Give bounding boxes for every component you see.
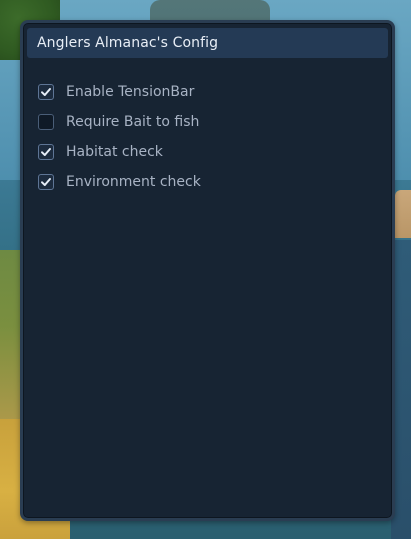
- options-list: Enable TensionBar Require Bait to fish H…: [38, 82, 377, 202]
- checkbox[interactable]: [38, 114, 54, 130]
- option-label: Environment check: [66, 174, 201, 190]
- check-icon: [41, 88, 51, 96]
- option-environment-check[interactable]: Environment check: [38, 172, 377, 192]
- option-habitat-check[interactable]: Habitat check: [38, 142, 377, 162]
- check-icon: [41, 148, 51, 156]
- checkbox[interactable]: [38, 84, 54, 100]
- panel-title: Anglers Almanac's Config: [37, 35, 219, 51]
- check-icon: [41, 178, 51, 186]
- option-require-bait[interactable]: Require Bait to fish: [38, 112, 377, 132]
- checkbox[interactable]: [38, 174, 54, 190]
- option-label: Habitat check: [66, 144, 163, 160]
- checkbox[interactable]: [38, 144, 54, 160]
- panel-header: Anglers Almanac's Config: [27, 28, 388, 58]
- rock-right: [395, 190, 411, 238]
- option-label: Require Bait to fish: [66, 114, 200, 130]
- config-panel: Anglers Almanac's Config Enable TensionB…: [20, 20, 395, 521]
- option-enable-tensionbar[interactable]: Enable TensionBar: [38, 82, 377, 102]
- option-label: Enable TensionBar: [66, 84, 195, 100]
